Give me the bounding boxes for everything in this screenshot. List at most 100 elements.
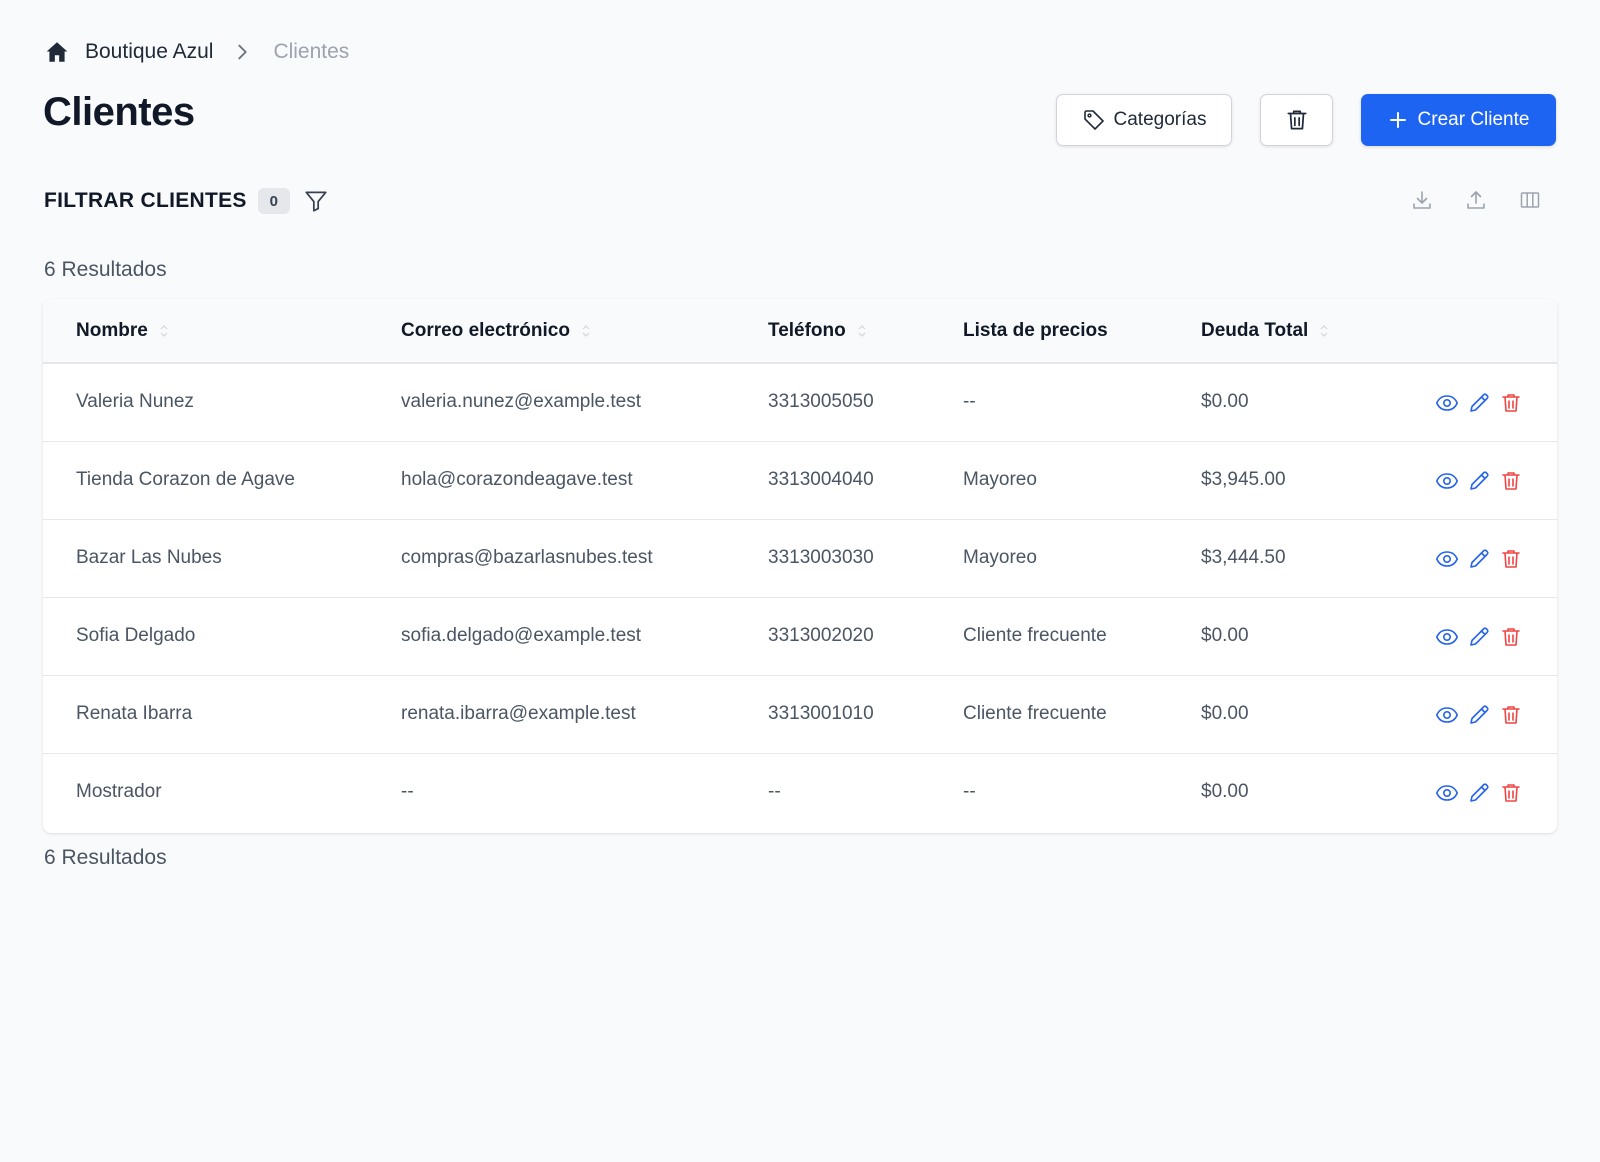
download-icon[interactable] (1410, 188, 1434, 212)
header-email[interactable]: Correo electrónico (401, 299, 768, 363)
cell-name: Valeria Nunez (76, 391, 194, 413)
upload-icon[interactable] (1464, 188, 1488, 212)
pencil-icon[interactable] (1467, 390, 1491, 414)
table-row: Renata Ibarra renata.ibarra@example.test… (43, 675, 1557, 753)
header-name-label: Nombre (76, 319, 148, 341)
chevron-right-icon (231, 41, 253, 63)
home-icon[interactable] (44, 39, 70, 65)
cell-debt: $0.00 (1201, 391, 1249, 413)
categories-button[interactable]: Categorías (1056, 94, 1232, 146)
results-count-top: 6 Resultados (44, 258, 167, 281)
categories-button-label: Categorías (1113, 109, 1207, 130)
cell-price-list: -- (963, 391, 976, 413)
cell-actions (1401, 675, 1557, 753)
cell-debt: $3,945.00 (1201, 469, 1286, 490)
pencil-icon[interactable] (1467, 468, 1491, 492)
sort-icon (1318, 323, 1330, 339)
header-debt-label: Deuda Total (1201, 319, 1309, 341)
cell-price-list: -- (963, 781, 976, 803)
table-row: Tienda Corazon de Agave hola@corazondeag… (43, 441, 1557, 519)
breadcrumb-root-link[interactable]: Boutique Azul (85, 40, 213, 64)
cell-name: Mostrador (76, 781, 162, 803)
trash-icon[interactable] (1499, 390, 1523, 414)
trash-icon (1284, 107, 1310, 133)
breadcrumb: Boutique Azul Clientes (44, 38, 349, 66)
create-client-button-label: Crear Cliente (1417, 109, 1530, 130)
bulk-delete-button[interactable] (1260, 94, 1333, 146)
pencil-icon[interactable] (1467, 546, 1491, 570)
columns-icon[interactable] (1518, 188, 1542, 212)
cell-phone: 3313005050 (768, 391, 874, 413)
cell-email: hola@corazondeagave.test (401, 469, 633, 490)
sort-icon (580, 323, 592, 339)
cell-price-list: Mayoreo (963, 469, 1037, 490)
trash-icon[interactable] (1499, 546, 1523, 570)
cell-actions (1401, 441, 1557, 519)
cell-name: Bazar Las Nubes (76, 547, 222, 568)
results-count-bottom: 6 Resultados (44, 846, 167, 869)
cell-email: renata.ibarra@example.test (401, 703, 636, 724)
cell-debt: $0.00 (1201, 625, 1249, 646)
header-email-label: Correo electrónico (401, 319, 570, 341)
table-header-row: Nombre Correo electrónico Teléfono Lista… (43, 299, 1557, 363)
table-row: Valeria Nunez valeria.nunez@example.test… (43, 363, 1557, 441)
header-phone[interactable]: Teléfono (768, 299, 963, 363)
cell-debt: $0.00 (1201, 703, 1249, 724)
cell-name: Tienda Corazon de Agave (76, 469, 296, 490)
trash-icon[interactable] (1499, 780, 1523, 804)
header-price-list: Lista de precios (963, 299, 1201, 363)
cell-email: compras@bazarlasnubes.test (401, 547, 653, 568)
trash-icon[interactable] (1499, 468, 1523, 492)
cell-phone: 3313003030 (768, 547, 874, 568)
cell-name: Sofia Delgado (76, 625, 196, 646)
filter-count-badge: 0 (257, 188, 290, 214)
cell-phone: 3313004040 (768, 469, 874, 490)
cell-email: valeria.nunez@example.test (401, 391, 642, 413)
page-title: Clientes (43, 90, 195, 134)
sort-icon (856, 323, 868, 339)
cell-debt: $3,444.50 (1201, 547, 1286, 568)
cell-actions (1401, 363, 1557, 441)
eye-icon[interactable] (1435, 624, 1459, 648)
header-price-list-label: Lista de precios (963, 319, 1108, 341)
filter-bar: FILTRAR CLIENTES 0 (44, 188, 329, 214)
eye-icon[interactable] (1435, 546, 1459, 570)
header-debt[interactable]: Deuda Total (1201, 299, 1401, 363)
trash-icon[interactable] (1499, 702, 1523, 726)
cell-price-list: Mayoreo (963, 547, 1037, 568)
eye-icon[interactable] (1435, 468, 1459, 492)
tag-icon (1082, 108, 1106, 132)
cell-debt: $0.00 (1201, 781, 1249, 803)
cell-email: -- (401, 781, 414, 803)
trash-icon[interactable] (1499, 624, 1523, 648)
filter-title[interactable]: FILTRAR CLIENTES (44, 189, 247, 213)
filter-icon[interactable] (303, 188, 329, 214)
cell-price-list: Cliente frecuente (963, 625, 1107, 646)
table-row: Bazar Las Nubes compras@bazarlasnubes.te… (43, 519, 1557, 597)
cell-actions (1401, 753, 1557, 831)
cell-name: Renata Ibarra (76, 703, 193, 724)
pencil-icon[interactable] (1467, 780, 1491, 804)
plus-icon (1388, 110, 1408, 130)
eye-icon[interactable] (1435, 390, 1459, 414)
create-client-button[interactable]: Crear Cliente (1361, 94, 1556, 146)
header-actions (1401, 299, 1557, 363)
cell-price-list: Cliente frecuente (963, 703, 1107, 724)
table-row: Mostrador -- -- -- $0.00 (43, 753, 1557, 831)
sort-icon (158, 323, 170, 339)
header-phone-label: Teléfono (768, 319, 846, 341)
table-row: Sofia Delgado sofia.delgado@example.test… (43, 597, 1557, 675)
cell-actions (1401, 597, 1557, 675)
header-name[interactable]: Nombre (43, 299, 401, 363)
eye-icon[interactable] (1435, 780, 1459, 804)
cell-phone: 3313002020 (768, 625, 874, 646)
pencil-icon[interactable] (1467, 702, 1491, 726)
cell-phone: 3313001010 (768, 703, 874, 724)
cell-actions (1401, 519, 1557, 597)
table-tools (1410, 188, 1542, 212)
cell-phone: -- (768, 781, 781, 803)
eye-icon[interactable] (1435, 702, 1459, 726)
cell-email: sofia.delgado@example.test (401, 625, 642, 646)
pencil-icon[interactable] (1467, 624, 1491, 648)
breadcrumb-current: Clientes (273, 40, 350, 63)
